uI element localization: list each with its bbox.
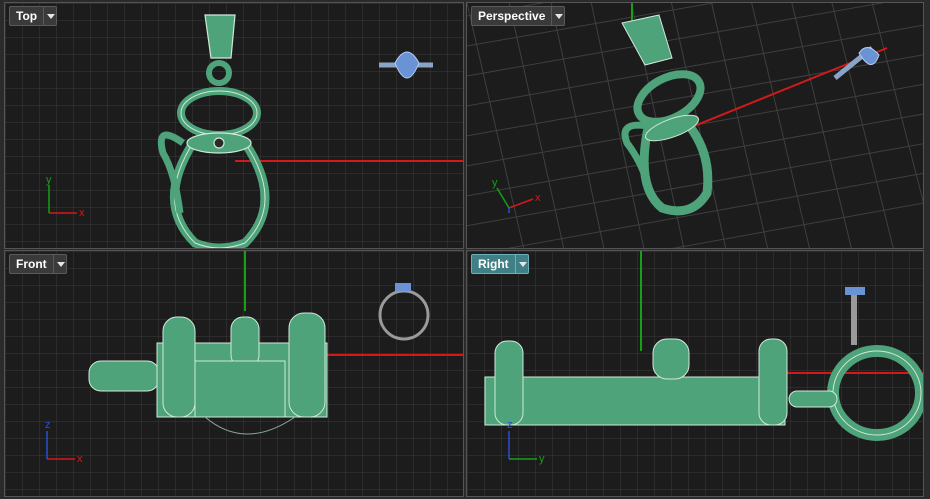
viewport-right-label[interactable]: Right [471, 254, 529, 274]
axis-x-label: x [77, 453, 83, 465]
axis-z-label: z [507, 419, 513, 431]
viewport-top-label[interactable]: Top [9, 6, 58, 26]
axis-widget: x y [492, 177, 541, 213]
viewport-front-menu-arrow-icon[interactable] [52, 255, 66, 273]
viewport-perspective-menu-arrow-icon[interactable] [551, 7, 564, 25]
axis-x-label: x [79, 207, 85, 219]
viewport-front[interactable]: x z Front [4, 250, 464, 497]
front-view-scene: x z [5, 251, 463, 496]
top-view-scene: x y [5, 3, 463, 248]
viewport-top[interactable]: x y Top [4, 2, 464, 249]
viewport-perspective-label[interactable]: Perspective [471, 6, 566, 26]
viewport-right[interactable]: y z Right [466, 250, 924, 497]
right-view-scene: y z [467, 251, 923, 496]
viewport-right-menu-arrow-icon[interactable] [514, 255, 528, 273]
axis-x-label: x [535, 192, 541, 204]
axis-y-label: y [492, 177, 498, 189]
viewport-top-menu-arrow-icon[interactable] [43, 7, 56, 25]
viewport-front-label[interactable]: Front [9, 254, 67, 274]
viewport-right-title: Right [478, 257, 509, 271]
viewport-perspective-title: Perspective [478, 9, 546, 23]
viewport-perspective[interactable]: x y Perspective [466, 2, 924, 249]
axis-z-label: z [45, 419, 51, 431]
axis-y-label: y [46, 174, 52, 186]
axis-y-label: y [539, 453, 545, 465]
viewport-front-title: Front [16, 257, 47, 271]
ring-model [833, 46, 880, 80]
viewport-top-title: Top [16, 9, 38, 23]
perspective-view-scene: x y [467, 3, 923, 248]
